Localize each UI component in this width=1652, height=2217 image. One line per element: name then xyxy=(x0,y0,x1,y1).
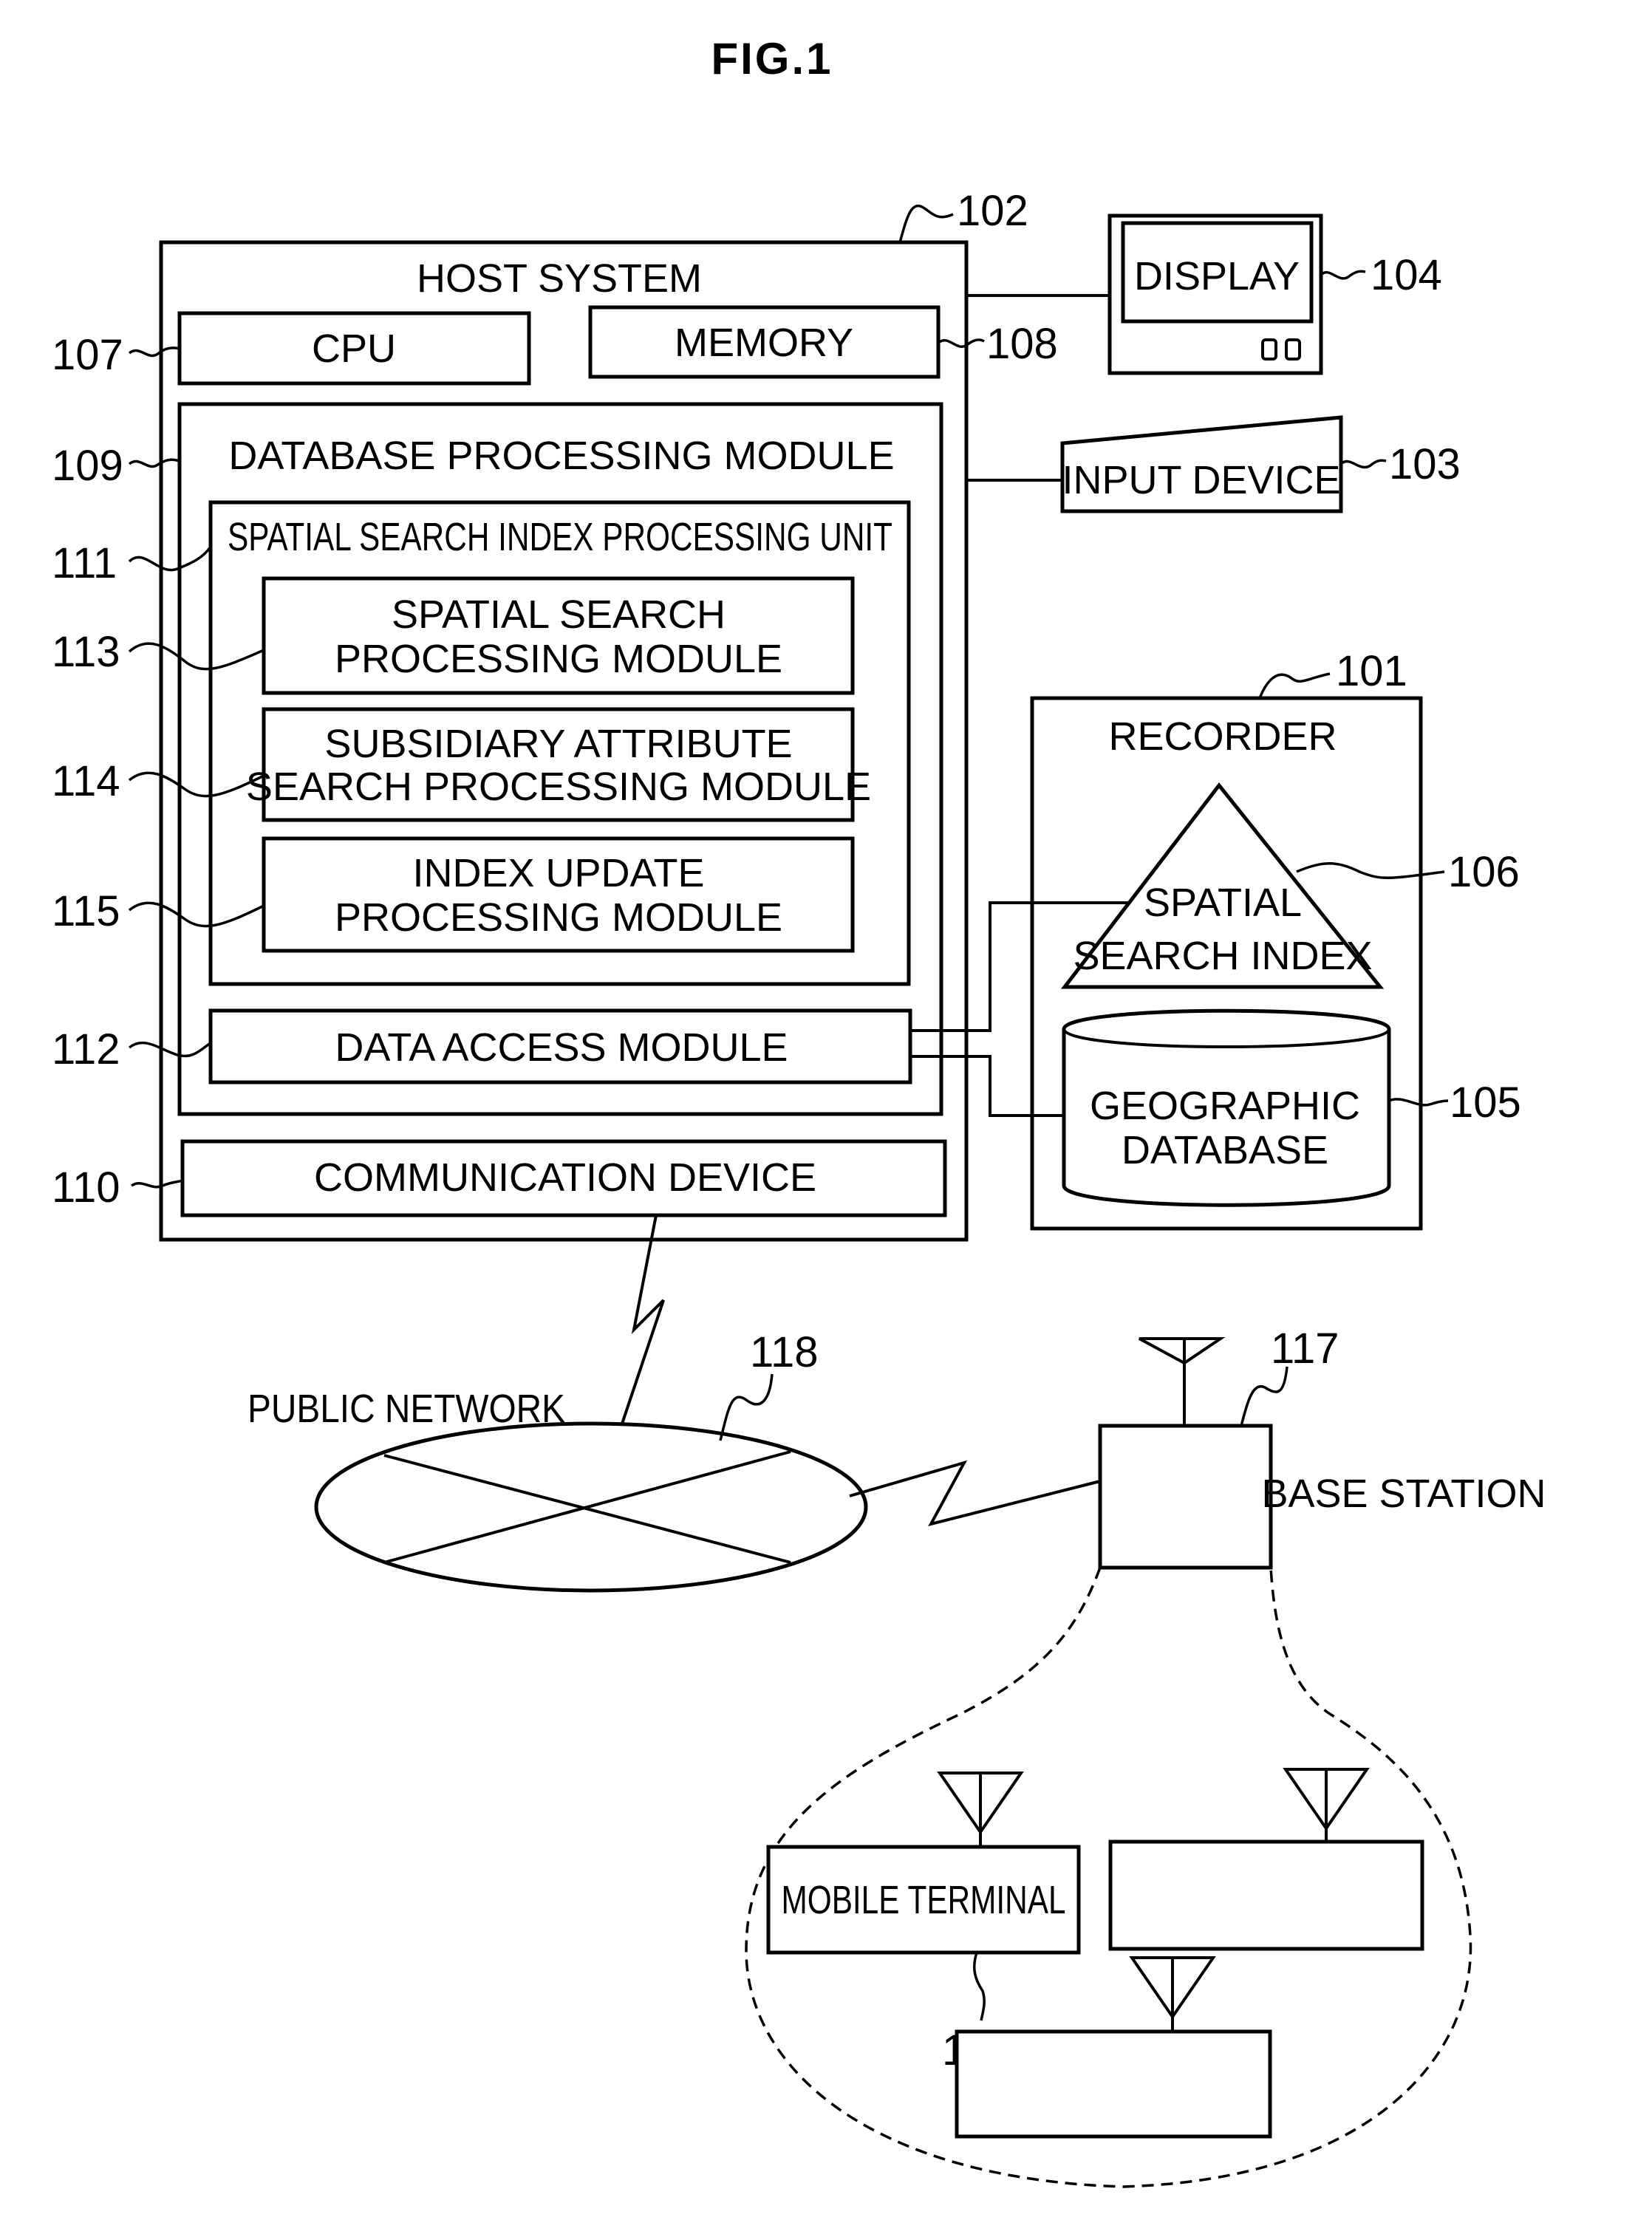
host-system-ref: 102 xyxy=(957,187,1028,235)
input-device-label: INPUT DEVICE xyxy=(1062,458,1340,502)
subsidiary-attribute-search-processing-module-line1: SUBSIDIARY ATTRIBUTE xyxy=(324,722,792,766)
recorder-label: RECORDER xyxy=(1108,714,1337,759)
base-station-leader xyxy=(1240,1366,1289,1427)
network-base-station-link xyxy=(849,1460,1101,1527)
communication-device-label: COMMUNICATION DEVICE xyxy=(314,1155,816,1200)
mobile-terminal-box xyxy=(955,2029,1272,2139)
spatial-search-index-line1: SPATIAL xyxy=(1144,881,1302,925)
display-label: DISPLAY xyxy=(1134,254,1300,298)
spatial-search-index-line2: SEARCH INDEX xyxy=(1073,934,1372,978)
base-station-box xyxy=(1098,1424,1273,1570)
public-network: PUBLIC NETWORK 118 xyxy=(248,1328,868,1593)
spatial-search-index-processing-unit-label: SPATIAL SEARCH INDEX PROCESSING UNIT xyxy=(228,515,892,559)
geographic-database-line1: GEOGRAPHIC xyxy=(1090,1084,1360,1128)
input-device-leader xyxy=(1339,459,1387,469)
system-diagram: FIG.1 HOST SYSTEM 102 CPU 107 MEMORY 108… xyxy=(52,34,1546,2188)
database-processing-module-label: DATABASE PROCESSING MODULE xyxy=(228,434,894,478)
spatial-search-index-ref: 106 xyxy=(1448,848,1520,896)
public-network-ref: 118 xyxy=(750,1328,818,1376)
comm-network-link xyxy=(616,1215,665,1438)
public-network-label: PUBLIC NETWORK xyxy=(248,1387,565,1431)
mobile-terminal-label: MOBILE TERMINAL xyxy=(782,1878,1066,1922)
host-system-label: HOST SYSTEM xyxy=(417,256,702,301)
display-leader xyxy=(1320,270,1366,280)
data-access-module-ref: 112 xyxy=(52,1025,120,1073)
input-device: INPUT DEVICE 103 xyxy=(1060,415,1461,513)
memory-label: MEMORY xyxy=(675,321,853,365)
input-device-ref: 103 xyxy=(1389,440,1461,488)
mobile-terminal-leader xyxy=(973,1952,986,2021)
host-system-leader xyxy=(898,204,954,243)
mobile-terminal-unlabeled xyxy=(1108,1768,1424,1951)
base-station-ref: 117 xyxy=(1271,1325,1339,1373)
memory-ref: 108 xyxy=(986,320,1058,368)
mobile-terminal: MOBILE TERMINAL 116 xyxy=(766,1772,1081,2074)
spatial-search-processing-module-line1: SPATIAL SEARCH xyxy=(392,592,726,637)
cpu-label: CPU xyxy=(312,327,396,371)
geographic-database-line2: DATABASE xyxy=(1122,1128,1328,1172)
communication-device-ref: 110 xyxy=(52,1164,120,1212)
recorder-ref: 101 xyxy=(1336,647,1407,695)
base-station-label: BASE STATION xyxy=(1261,1472,1546,1516)
subsidiary-attribute-search-processing-module-ref: 114 xyxy=(52,757,120,805)
spatial-search-processing-module-ref: 113 xyxy=(52,628,120,676)
host-system: HOST SYSTEM 102 CPU 107 MEMORY 108 DATAB… xyxy=(52,187,1058,1242)
display: DISPLAY 104 xyxy=(1107,213,1442,375)
index-update-processing-module-line2: PROCESSING MODULE xyxy=(335,895,782,940)
figure-title: FIG.1 xyxy=(711,34,833,83)
cpu-ref: 107 xyxy=(52,331,123,379)
data-access-module-label: DATA ACCESS MODULE xyxy=(335,1025,788,1070)
spatial-search-processing-module-line2: PROCESSING MODULE xyxy=(335,637,782,681)
base-station-antenna-icon xyxy=(1139,1337,1226,1365)
geographic-database-ref: 105 xyxy=(1450,1079,1521,1127)
public-network-leader xyxy=(719,1373,774,1441)
mobile-terminal-box xyxy=(1108,1839,1424,1951)
database-processing-module-ref: 109 xyxy=(52,442,123,490)
display-ref: 104 xyxy=(1371,251,1442,299)
mobile-terminal-unlabeled xyxy=(955,1956,1272,2139)
recorder-leader xyxy=(1258,672,1331,699)
index-update-processing-module-ref: 115 xyxy=(52,887,120,935)
base-station: 117 BASE STATION xyxy=(1098,1325,1546,1570)
index-update-processing-module-line1: INDEX UPDATE xyxy=(412,851,704,895)
recorder: RECORDER 101 SPATIAL SEARCH INDEX 106 GE… xyxy=(1030,647,1521,1231)
spatial-search-index-processing-unit-ref: 111 xyxy=(52,539,117,587)
subsidiary-attribute-search-processing-module-line2: SEARCH PROCESSING MODULE xyxy=(246,765,871,809)
